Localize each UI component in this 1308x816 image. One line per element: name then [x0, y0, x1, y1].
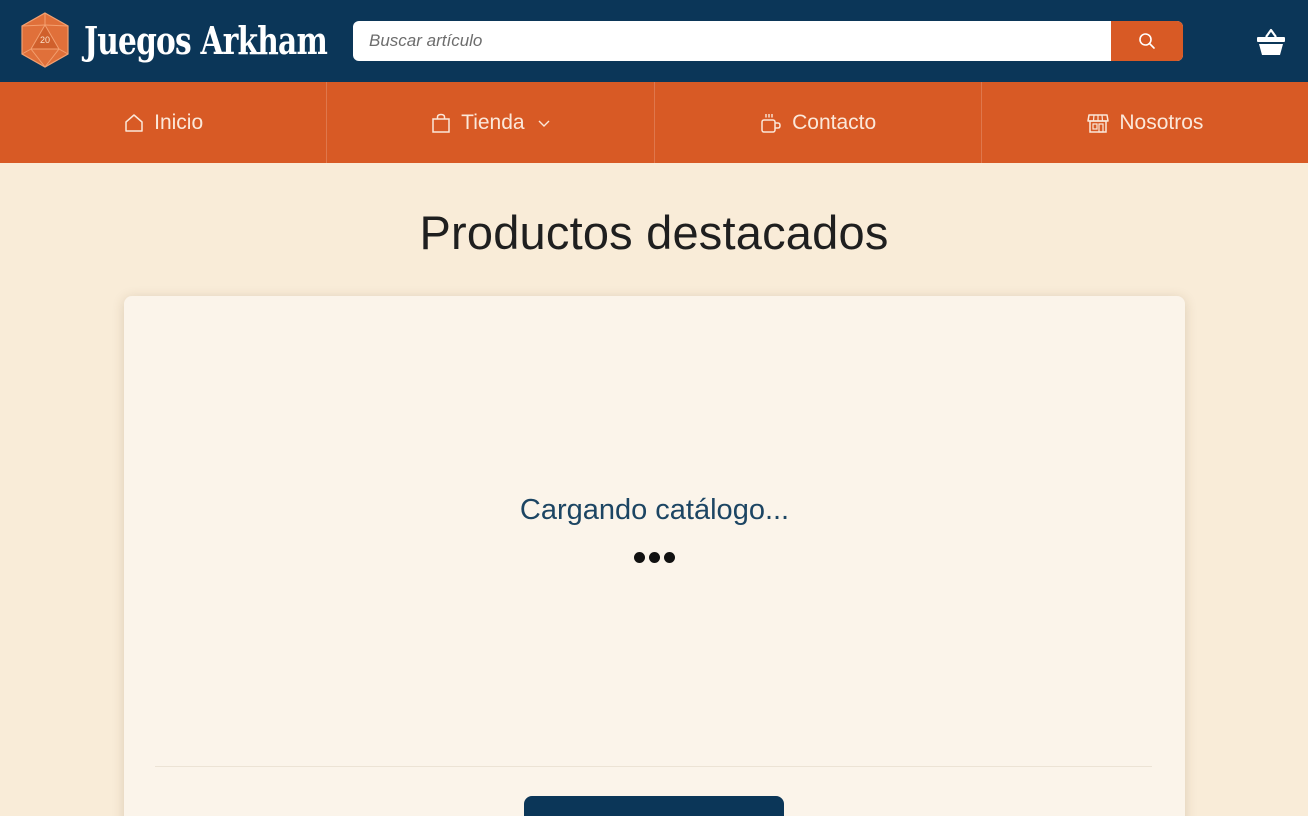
shopping-bag-icon — [432, 113, 450, 133]
cart-button[interactable] — [1253, 24, 1289, 60]
main-nav: Inicio Tienda Contacto Nosotros — [0, 82, 1308, 163]
shopping-basket-icon — [1257, 28, 1285, 55]
page-title: Productos destacados — [419, 206, 889, 259]
loading-dot — [664, 552, 675, 563]
nav-label-nosotros: Nosotros — [1119, 110, 1204, 134]
brand-logo[interactable]: 20 Juegos Arkham — [16, 11, 396, 69]
nav-label-contacto: Contacto — [792, 110, 877, 134]
chevron-down-icon — [538, 120, 550, 127]
coffee-cup-icon — [761, 113, 781, 133]
loading-dot — [649, 552, 660, 563]
nav-item-nosotros[interactable]: Nosotros — [982, 82, 1308, 163]
search-button[interactable] — [1111, 21, 1183, 61]
nav-item-contacto[interactable]: Contacto — [655, 82, 982, 163]
search-input[interactable] — [353, 21, 1111, 61]
top-header: 20 Juegos Arkham — [0, 0, 1308, 82]
storefront-icon — [1087, 113, 1110, 133]
nav-label-inicio: Inicio — [154, 110, 204, 134]
search-icon — [1139, 33, 1155, 49]
loading-message: Cargando catálogo... — [519, 494, 790, 526]
home-icon — [125, 113, 143, 132]
d20-die-icon: 20 — [21, 12, 69, 68]
die-number: 20 — [40, 35, 50, 45]
card-divider — [155, 766, 1152, 767]
nav-label-tienda: Tienda — [461, 110, 525, 134]
loading-dot — [634, 552, 645, 563]
card-action-button[interactable] — [524, 796, 784, 816]
search-bar — [353, 21, 1183, 61]
brand-name: Juegos Arkham — [84, 17, 328, 63]
featured-products-card: Cargando catálogo... — [124, 296, 1185, 816]
nav-item-inicio[interactable]: Inicio — [0, 82, 328, 163]
loading-indicator — [124, 552, 1185, 563]
nav-item-tienda[interactable]: Tienda — [327, 82, 655, 163]
